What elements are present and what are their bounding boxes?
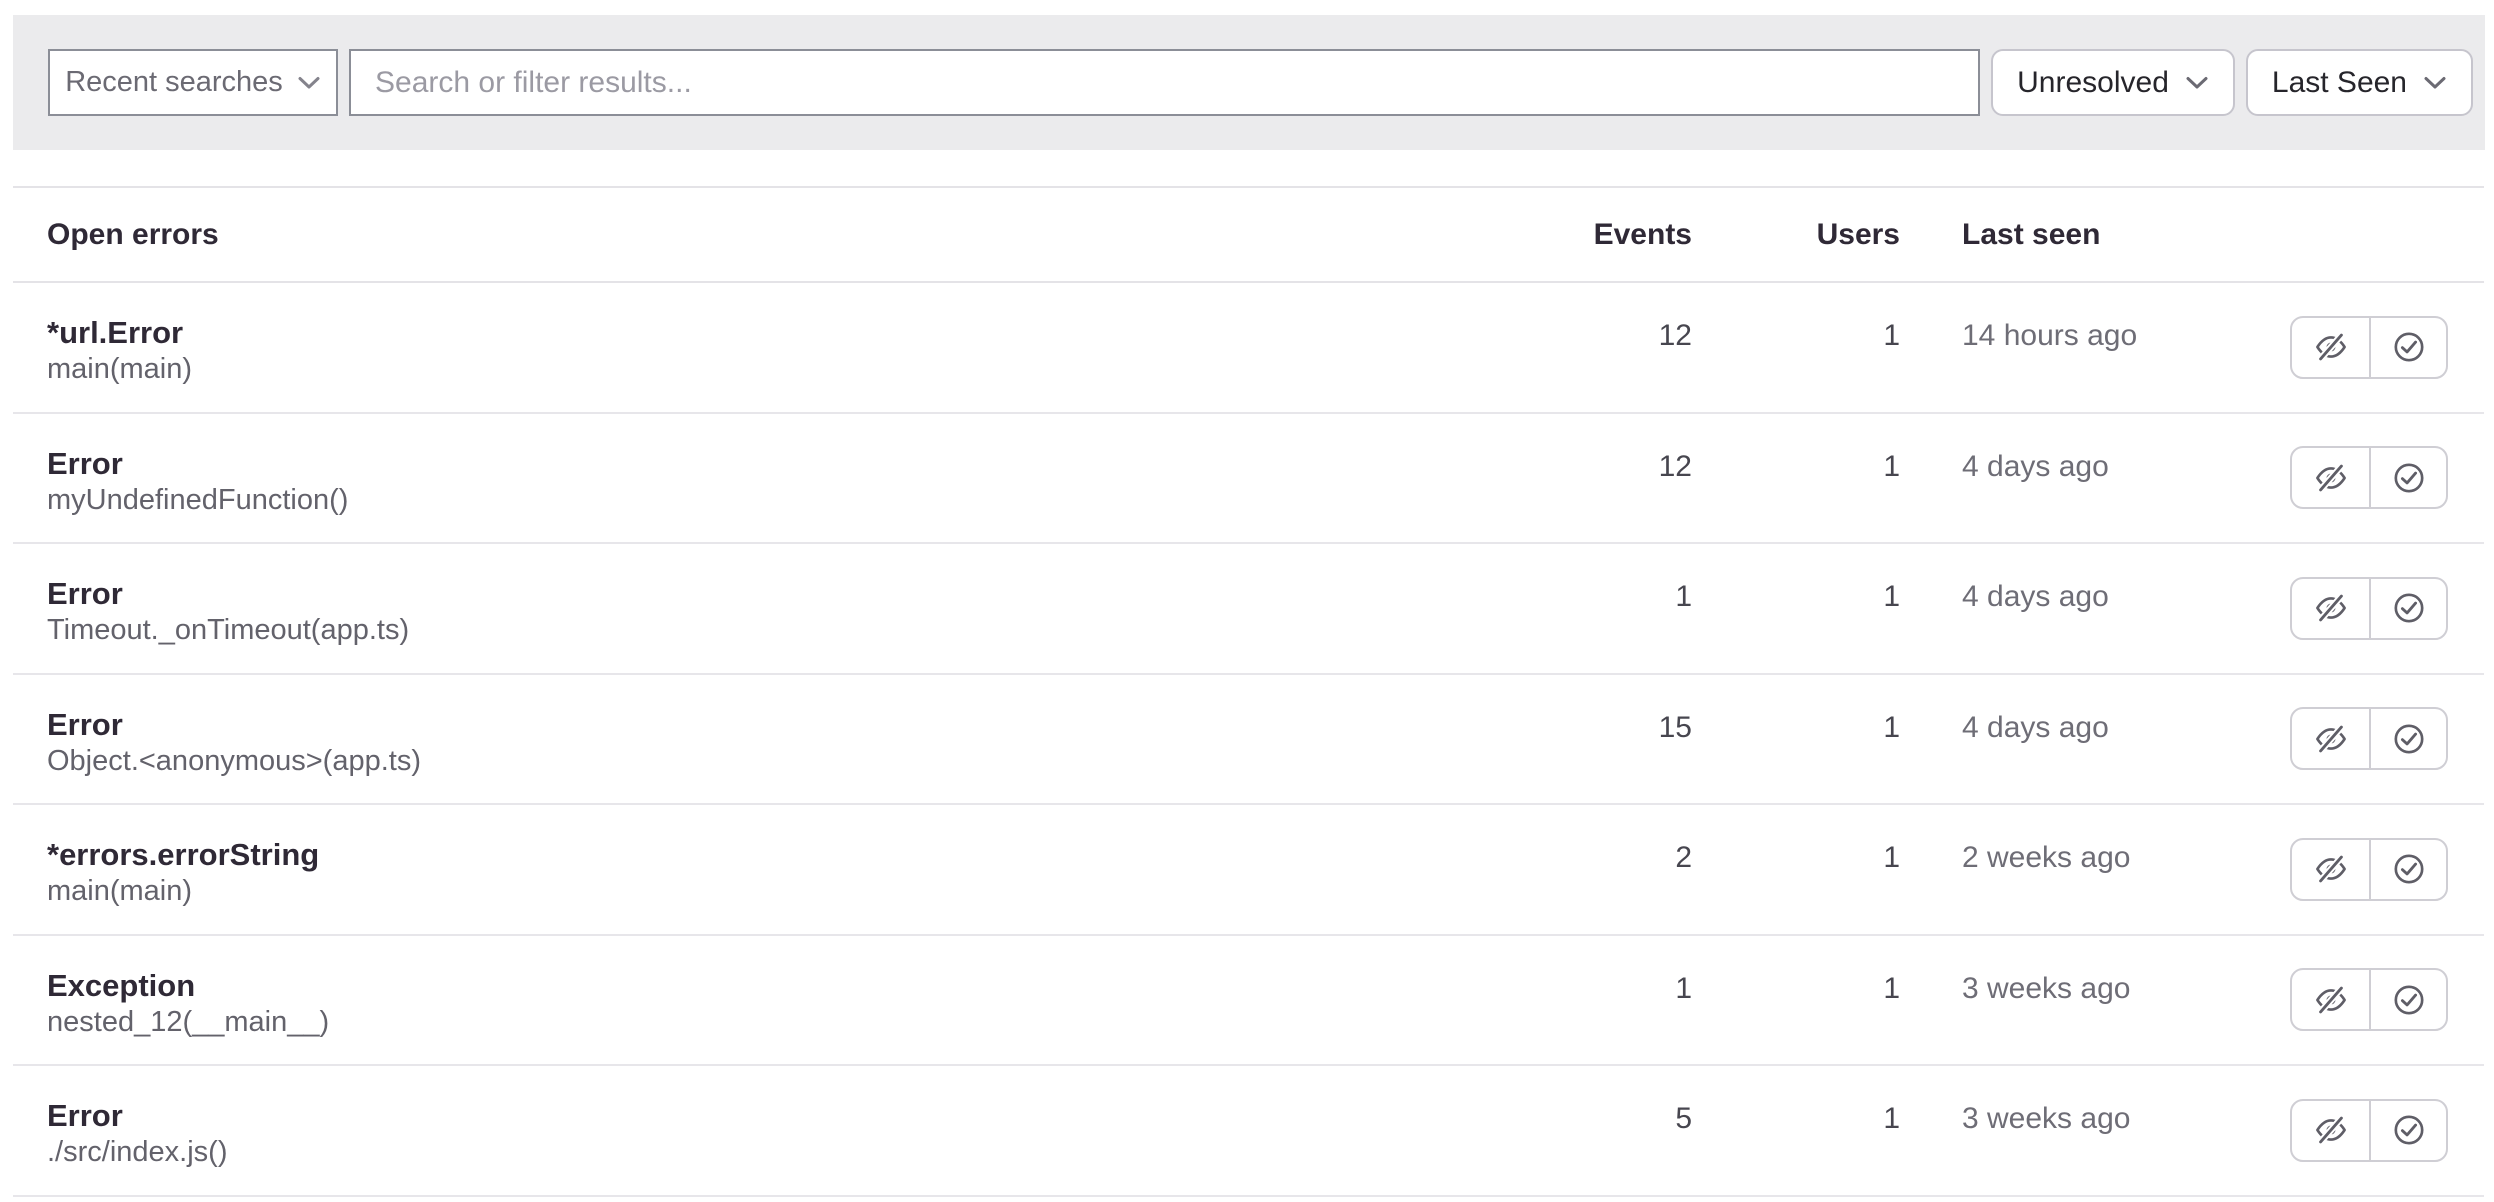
issue-row[interactable]: *url.Error main(main) 12 1 14 hours ago <box>13 283 2484 414</box>
issue-title[interactable]: Error <box>47 445 1522 482</box>
issue-title[interactable]: Error <box>47 1097 1522 1134</box>
issue-title[interactable]: Error <box>47 575 1522 612</box>
issue-last-seen: 4 days ago <box>1900 544 2284 673</box>
issue-title[interactable]: *url.Error <box>47 314 1522 351</box>
issue-row[interactable]: *errors.errorString main(main) 2 1 2 wee… <box>13 805 2484 936</box>
issue-users-count: 1 <box>1692 1066 1900 1195</box>
issue-row[interactable]: Error ./src/index.js() 5 1 3 weeks ago <box>13 1066 2484 1197</box>
check-circle-icon <box>2392 461 2426 495</box>
issue-last-seen: 4 days ago <box>1900 414 2284 543</box>
search-input[interactable] <box>351 51 1978 114</box>
mute-button[interactable] <box>2292 970 2369 1029</box>
chevron-down-icon <box>2423 76 2447 90</box>
row-action-group <box>2290 577 2448 640</box>
issue-culprit: ./src/index.js() <box>47 1134 1522 1171</box>
chevron-down-icon <box>297 76 321 90</box>
eye-slash-icon <box>2314 852 2348 886</box>
table-header: Open errors Events Users Last seen <box>13 186 2484 283</box>
issue-title[interactable]: *errors.errorString <box>47 836 1522 873</box>
issue-events-count: 1 <box>1522 544 1692 673</box>
issue-row[interactable]: Exception nested_12(__main__) 1 1 3 week… <box>13 936 2484 1067</box>
row-action-group <box>2290 316 2448 379</box>
issue-last-seen: 3 weeks ago <box>1900 1066 2284 1195</box>
row-action-group <box>2290 446 2448 509</box>
recent-searches-label: Recent searches <box>65 66 283 99</box>
issue-last-seen: 4 days ago <box>1900 675 2284 804</box>
issue-row[interactable]: Error Timeout._onTimeout(app.ts) 1 1 4 d… <box>13 544 2484 675</box>
row-action-group <box>2290 707 2448 770</box>
issue-last-seen: 14 hours ago <box>1900 283 2284 412</box>
issue-row[interactable]: Error Object.<anonymous>(app.ts) 15 1 4 … <box>13 675 2484 806</box>
row-action-group <box>2290 1099 2448 1162</box>
issue-events-count: 15 <box>1522 675 1692 804</box>
issue-events-count: 1 <box>1522 936 1692 1065</box>
column-header-open-errors: Open errors <box>47 218 1522 252</box>
issue-events-count: 5 <box>1522 1066 1692 1195</box>
mute-button[interactable] <box>2292 318 2369 377</box>
eye-slash-icon <box>2314 461 2348 495</box>
issue-events-count: 12 <box>1522 283 1692 412</box>
issue-users-count: 1 <box>1692 805 1900 934</box>
status-filter-label: Unresolved <box>2017 66 2169 100</box>
mute-button[interactable] <box>2292 709 2369 768</box>
resolve-button[interactable] <box>2369 1101 2446 1160</box>
issue-title[interactable]: Exception <box>47 967 1522 1004</box>
eye-slash-icon <box>2314 722 2348 756</box>
column-header-last-seen: Last seen <box>1900 218 2284 252</box>
resolve-button[interactable] <box>2369 970 2446 1029</box>
issue-users-count: 1 <box>1692 544 1900 673</box>
issue-events-count: 12 <box>1522 414 1692 543</box>
filter-bar: Recent searches Unresolved Last Seen <box>13 15 2485 150</box>
issue-last-seen: 3 weeks ago <box>1900 936 2284 1065</box>
issue-culprit: Object.<anonymous>(app.ts) <box>47 743 1522 780</box>
row-action-group <box>2290 838 2448 901</box>
mute-button[interactable] <box>2292 579 2369 638</box>
table-body: *url.Error main(main) 12 1 14 hours ago <box>13 283 2484 1197</box>
issue-last-seen: 2 weeks ago <box>1900 805 2284 934</box>
issue-users-count: 1 <box>1692 414 1900 543</box>
issue-events-count: 2 <box>1522 805 1692 934</box>
issue-title[interactable]: Error <box>47 706 1522 743</box>
issues-table: Open errors Events Users Last seen *url.… <box>13 186 2484 1197</box>
issue-culprit: main(main) <box>47 873 1522 910</box>
issue-users-count: 1 <box>1692 283 1900 412</box>
check-circle-icon <box>2392 330 2426 364</box>
eye-slash-icon <box>2314 983 2348 1017</box>
row-action-group <box>2290 968 2448 1031</box>
issue-culprit: myUndefinedFunction() <box>47 482 1522 519</box>
resolve-button[interactable] <box>2369 709 2446 768</box>
eye-slash-icon <box>2314 330 2348 364</box>
sort-filter-button[interactable]: Last Seen <box>2246 49 2473 116</box>
search-box <box>349 49 1980 116</box>
eye-slash-icon <box>2314 1113 2348 1147</box>
issue-users-count: 1 <box>1692 675 1900 804</box>
issue-row[interactable]: Error myUndefinedFunction() 12 1 4 days … <box>13 414 2484 545</box>
resolve-button[interactable] <box>2369 318 2446 377</box>
issues-page: Recent searches Unresolved Last Seen Ope… <box>0 0 2494 1202</box>
check-circle-icon <box>2392 1113 2426 1147</box>
issue-users-count: 1 <box>1692 936 1900 1065</box>
check-circle-icon <box>2392 983 2426 1017</box>
status-filter-button[interactable]: Unresolved <box>1991 49 2235 116</box>
mute-button[interactable] <box>2292 1101 2369 1160</box>
eye-slash-icon <box>2314 591 2348 625</box>
mute-button[interactable] <box>2292 840 2369 899</box>
chevron-down-icon <box>2185 76 2209 90</box>
column-header-events: Events <box>1522 218 1692 252</box>
resolve-button[interactable] <box>2369 579 2446 638</box>
resolve-button[interactable] <box>2369 840 2446 899</box>
mute-button[interactable] <box>2292 448 2369 507</box>
resolve-button[interactable] <box>2369 448 2446 507</box>
issue-culprit: main(main) <box>47 351 1522 388</box>
check-circle-icon <box>2392 722 2426 756</box>
check-circle-icon <box>2392 591 2426 625</box>
check-circle-icon <box>2392 852 2426 886</box>
issue-culprit: Timeout._onTimeout(app.ts) <box>47 612 1522 649</box>
sort-filter-label: Last Seen <box>2272 66 2407 100</box>
issue-culprit: nested_12(__main__) <box>47 1004 1522 1041</box>
column-header-users: Users <box>1692 218 1900 252</box>
recent-searches-dropdown[interactable]: Recent searches <box>48 49 338 116</box>
